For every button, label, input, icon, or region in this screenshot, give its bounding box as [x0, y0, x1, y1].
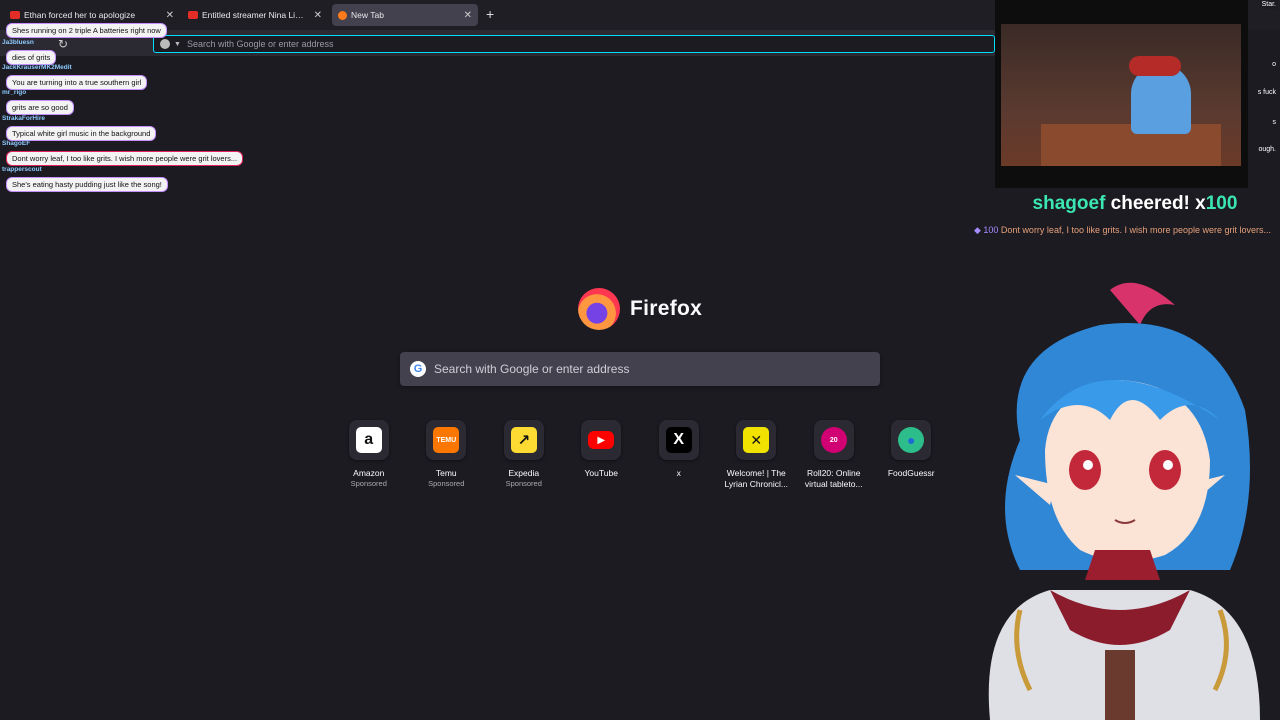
chat-text: You are turning into a true southern gir… [6, 75, 148, 90]
tile-title: Roll20: Online virtual tableto... [804, 468, 863, 489]
chat-text: Shes running on 2 triple A batteries rig… [6, 23, 167, 38]
tile-title: Temu [435, 468, 457, 478]
tab-2[interactable]: Entitled streamer Nina Lin finall ✕ [182, 4, 328, 26]
roll20-icon: 20 [820, 427, 847, 453]
chat-text: She's eating hasty pudding just like the… [6, 177, 168, 192]
tile-icon-frame: 20 [813, 420, 854, 460]
chat-username: ShagoEF [2, 140, 31, 147]
chat-message: Shes running on 2 triple A batteries rig… [0, 20, 167, 38]
cheer-message-text: Dont worry leaf, I too like grits. I wis… [998, 225, 1272, 235]
lyrian-icon: ✕ [743, 427, 770, 453]
url-input[interactable] [186, 39, 887, 49]
top-site-amazon[interactable]: a Amazon Sponsored [330, 420, 408, 490]
bits-count: 100 [983, 225, 999, 235]
vtuber-avatar [988, 282, 1260, 720]
chat-message: JackKrauserMK2Medit You are turning into… [0, 64, 148, 90]
close-icon[interactable]: ✕ [166, 10, 174, 21]
top-site-roll20[interactable]: 20 Roll20: Online virtual tableto... [795, 420, 873, 490]
tile-icon-frame: X [658, 420, 699, 460]
cheer-alert-title: shagoef cheered! x100 [1000, 193, 1270, 215]
tile-icon-frame: ● [891, 420, 932, 460]
expedia-icon: ↗ [510, 427, 537, 453]
close-icon[interactable]: ✕ [464, 10, 472, 21]
youtube-favicon-icon [188, 11, 198, 19]
chat-username: Ja3bluesn [2, 39, 34, 46]
tile-title: FoodGuessr [887, 468, 935, 478]
newtab-search-input[interactable] [434, 362, 854, 376]
tile-icon-frame: a [348, 420, 389, 460]
tile-title: Amazon [353, 468, 385, 478]
tile-sponsored: Sponsored [428, 479, 465, 488]
chevron-down-icon[interactable]: ▼ [174, 41, 181, 48]
side-chat-fragment: ough. [1256, 145, 1278, 154]
foodguessr-icon: ● [898, 427, 925, 453]
youtube-favicon-icon [10, 11, 20, 19]
tab-new-tab[interactable]: New Tab ✕ [332, 4, 478, 26]
chat-message: Ja3bluesn dies of grits [0, 39, 57, 65]
tile-icon-frame: ✕ [736, 420, 777, 460]
cheer-amount: 100 [1205, 193, 1238, 214]
newtab-search-box[interactable]: G [400, 352, 880, 386]
brand-name: Firefox [630, 297, 703, 320]
chat-message: StrakaForHire Typical white girl music i… [0, 115, 157, 141]
top-sites: a Amazon Sponsored TEMU Temu Sponsored ↗… [330, 420, 950, 490]
chat-username: JackKrauserMK2Medit [2, 64, 72, 71]
chat-text: grits are so good [6, 100, 74, 115]
side-chat-strip: Star. o s fuck s ough. [1248, 0, 1280, 190]
tile-title: x [676, 468, 681, 478]
chat-message: ShagoEF Dont worry leaf, I too like grit… [0, 140, 244, 166]
chat-text: dies of grits [6, 50, 57, 65]
side-chat-fragment: s [1270, 118, 1278, 127]
chat-message: trapperscout She's eating hasty pudding … [0, 166, 168, 192]
bits-gem-icon: ◆ [973, 225, 981, 235]
top-site-temu[interactable]: TEMU Temu Sponsored [408, 420, 486, 490]
youtube-icon: ▶ [588, 431, 615, 449]
cheer-message: ◆ 100 Dont worry leaf, I too like grits.… [970, 223, 1275, 237]
tile-title: YouTube [584, 468, 618, 478]
side-chat-fragment: o [1270, 60, 1278, 69]
chat-message: mr_rigo grits are so good [0, 89, 74, 115]
firefox-logo-icon [578, 288, 620, 330]
tab-title: Entitled streamer Nina Lin finall [202, 10, 308, 20]
tab-title: New Tab [351, 10, 384, 20]
tile-icon-frame: ↗ [503, 420, 544, 460]
reload-icon[interactable]: ↻ [58, 37, 68, 51]
top-site-expedia[interactable]: ↗ Expedia Sponsored [485, 420, 563, 490]
chat-text: Dont worry leaf, I too like grits. I wis… [6, 151, 244, 166]
stream-camera-frame [995, 0, 1248, 188]
tile-sponsored: Sponsored [505, 479, 542, 488]
close-icon[interactable]: ✕ [314, 10, 322, 21]
firefox-favicon-icon [338, 10, 347, 20]
anime-scene-image [1001, 24, 1241, 166]
temu-icon: TEMU [433, 427, 460, 453]
top-site-foodguessr[interactable]: ● FoodGuessr [873, 420, 951, 490]
chat-text: Typical white girl music in the backgrou… [6, 126, 157, 141]
google-icon: G [410, 361, 426, 377]
side-chat-fragment: Star. [1259, 0, 1278, 9]
cheer-text: cheered! x [1105, 193, 1206, 214]
top-site-lyrian[interactable]: ✕ Welcome! | The Lyrian Chronicl... [718, 420, 796, 490]
top-site-youtube[interactable]: ▶ YouTube [563, 420, 641, 490]
new-tab-button[interactable]: + [486, 6, 494, 22]
tile-title: Welcome! | The Lyrian Chronicl... [724, 468, 788, 489]
chat-username: StrakaForHire [2, 115, 45, 122]
tab-title: Ethan forced her to apologize [24, 10, 136, 20]
tile-sponsored: Sponsored [350, 479, 387, 488]
x-icon: X [665, 427, 692, 453]
chat-username: trapperscout [2, 166, 42, 173]
tile-icon-frame: ▶ [581, 420, 622, 460]
tile-icon-frame: TEMU [426, 420, 467, 460]
amazon-icon: a [355, 427, 382, 453]
side-chat-fragment: s fuck [1255, 88, 1278, 97]
hat-shape [1129, 56, 1181, 76]
url-bar[interactable]: ▼ [153, 35, 995, 53]
search-engine-icon[interactable] [160, 39, 170, 49]
top-site-x[interactable]: X x [640, 420, 718, 490]
cheer-username: shagoef [1032, 193, 1106, 214]
chat-username: mr_rigo [2, 89, 27, 96]
tile-title: Expedia [508, 468, 540, 478]
firefox-brand: Firefox [578, 288, 702, 330]
